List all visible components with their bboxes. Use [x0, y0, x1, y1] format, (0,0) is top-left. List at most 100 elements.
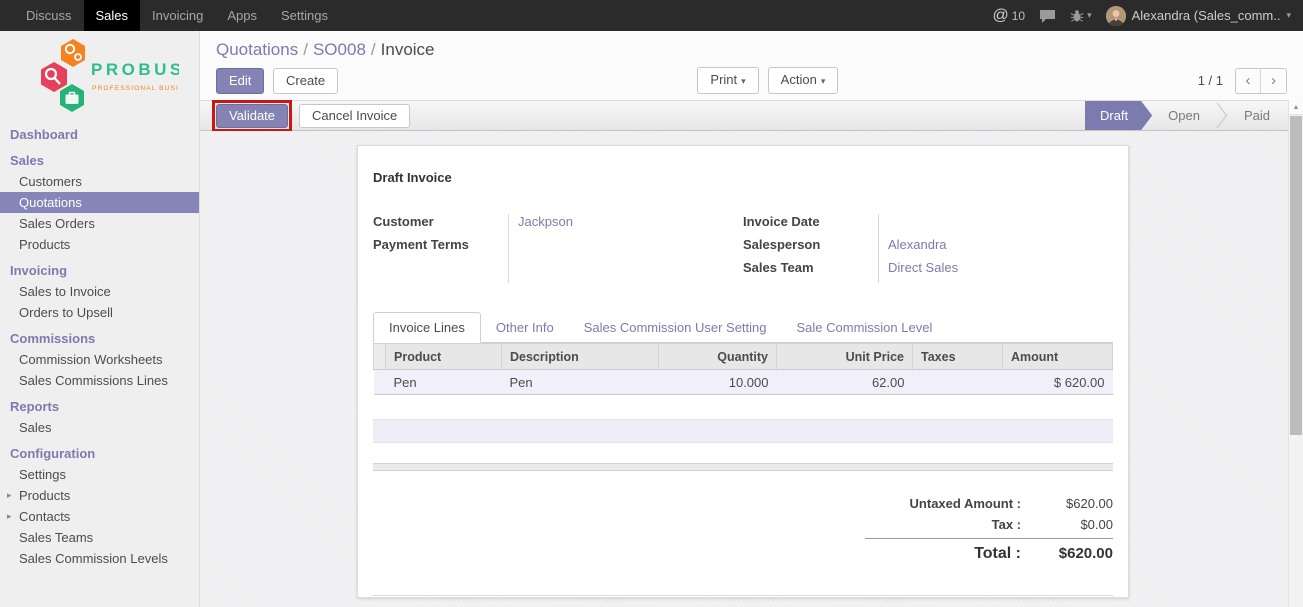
action-label: Action [781, 72, 817, 87]
total-label: Total : [865, 545, 1035, 563]
caret-down-icon: ▾ [821, 76, 826, 86]
salesperson-value[interactable]: Alexandra [888, 237, 1113, 253]
expand-arrow-icon[interactable]: ▸ [7, 509, 12, 524]
payment-terms-value[interactable] [518, 237, 743, 253]
action-dropdown-button[interactable]: Action ▾ [768, 67, 839, 94]
cell-product[interactable]: Pen [386, 370, 502, 395]
tab-invoice-lines[interactable]: Invoice Lines [373, 312, 481, 343]
col-unit-price[interactable]: Unit Price [777, 344, 913, 370]
top-menu-list: Discuss Sales Invoicing Apps Settings [14, 0, 340, 31]
cancel-invoice-button[interactable]: Cancel Invoice [299, 104, 410, 128]
section-divider [373, 463, 1113, 471]
col-product[interactable]: Product [386, 344, 502, 370]
sidebar-item-products[interactable]: Products [0, 234, 199, 255]
table-header-row: Product Description Quantity Unit Price … [374, 344, 1113, 370]
sidebar-menu: Dashboard Sales Customers Quotations Sal… [0, 124, 199, 569]
invoice-date-value[interactable] [888, 214, 1113, 230]
pager-count: 1 / 1 [1198, 73, 1223, 88]
control-panel: Quotations/SO008/Invoice Edit Create Pri… [200, 31, 1303, 100]
sidebar-item-sales-teams[interactable]: Sales Teams [0, 527, 199, 548]
sidebar-item-sales-to-invoice[interactable]: Sales to Invoice [0, 281, 199, 302]
scrollbar-thumb[interactable] [1290, 116, 1302, 435]
col-taxes[interactable]: Taxes [913, 344, 1003, 370]
salesperson-label: Salesperson [743, 237, 878, 253]
invoice-form-sheet: Draft Invoice Customer Payment Terms Jac… [357, 145, 1129, 598]
cell-amount[interactable]: $ 620.00 [1003, 370, 1113, 395]
messages-button[interactable] [1039, 9, 1056, 23]
notebook-tabs: Invoice Lines Other Info Sales Commissio… [373, 310, 1113, 343]
app-logo[interactable]: PROBUSE PROFESSIONAL BUSINESS [0, 31, 199, 119]
print-dropdown-button[interactable]: Print▾ [697, 67, 758, 94]
tax-label: Tax : [865, 517, 1035, 532]
status-step-paid[interactable]: Paid [1228, 101, 1286, 130]
sidebar-header-configuration[interactable]: Configuration [0, 443, 199, 464]
sidebar-item-config-contacts[interactable]: ▸Contacts [0, 506, 199, 527]
status-step-open[interactable]: Open [1152, 101, 1216, 130]
sidebar-item-sales-commissions-lines[interactable]: Sales Commissions Lines [0, 370, 199, 391]
probuse-logo-icon: PROBUSE PROFESSIONAL BUSINESS [21, 37, 179, 113]
col-amount[interactable]: Amount [1003, 344, 1113, 370]
empty-row-band [373, 419, 1113, 443]
user-menu[interactable]: Alexandra (Sales_comm.. ▾ [1106, 6, 1291, 26]
payment-terms-label: Payment Terms [373, 237, 508, 253]
sales-team-value[interactable]: Direct Sales [888, 260, 1113, 276]
mentions-indicator[interactable]: @ 10 [992, 7, 1025, 25]
cell-description[interactable]: Pen [502, 370, 659, 395]
pager-next-button[interactable]: › [1261, 69, 1286, 93]
record-buttons: Edit Create [216, 68, 338, 94]
tab-sales-commission-user-setting[interactable]: Sales Commission User Setting [569, 313, 782, 342]
cell-unit-price[interactable]: 62.00 [777, 370, 913, 395]
pager-previous-button[interactable]: ‹ [1236, 69, 1261, 93]
create-button[interactable]: Create [273, 68, 338, 94]
sidebar-item-settings[interactable]: Settings [0, 464, 199, 485]
validate-button[interactable]: Validate [216, 104, 288, 128]
top-menu-invoicing[interactable]: Invoicing [140, 0, 215, 31]
customer-value[interactable]: Jackpson [518, 214, 743, 230]
vertical-scrollbar[interactable]: ▲ [1288, 100, 1303, 607]
action-buttons: Print▾ Action ▾ [697, 67, 838, 94]
invoice-date-label: Invoice Date [743, 214, 878, 230]
sidebar: PROBUSE PROFESSIONAL BUSINESS Dashboard … [0, 31, 200, 607]
sidebar-item-config-products[interactable]: ▸Products [0, 485, 199, 506]
sidebar-item-orders-to-upsell[interactable]: Orders to Upsell [0, 302, 199, 323]
sidebar-header-commissions[interactable]: Commissions [0, 328, 199, 349]
debug-menu-button[interactable]: ▾ [1070, 9, 1092, 23]
cell-taxes[interactable] [913, 370, 1003, 395]
sidebar-item-customers[interactable]: Customers [0, 171, 199, 192]
sidebar-item-quotations[interactable]: Quotations [0, 192, 199, 213]
sheet-bottom-divider [373, 595, 1113, 596]
col-description[interactable]: Description [502, 344, 659, 370]
sidebar-header-invoicing[interactable]: Invoicing [0, 260, 199, 281]
top-menu-sales[interactable]: Sales [84, 0, 141, 31]
sidebar-item-reports-sales[interactable]: Sales [0, 417, 199, 438]
col-quantity[interactable]: Quantity [659, 344, 777, 370]
sidebar-item-sales-orders[interactable]: Sales Orders [0, 213, 199, 234]
breadcrumb-current: Invoice [381, 40, 435, 59]
breadcrumb-quotations[interactable]: Quotations [216, 40, 298, 59]
top-menu-settings[interactable]: Settings [269, 0, 340, 31]
scrollbar-up-button[interactable]: ▲ [1289, 100, 1303, 115]
table-row[interactable]: Pen Pen 10.000 62.00 $ 620.00 [374, 370, 1113, 395]
edit-button[interactable]: Edit [216, 68, 264, 94]
breadcrumb-so008[interactable]: SO008 [313, 40, 366, 59]
tab-other-info[interactable]: Other Info [481, 313, 569, 342]
chevron-left-icon: ‹ [1245, 72, 1250, 89]
top-menu-apps[interactable]: Apps [215, 0, 269, 31]
status-steps: Draft Open Paid [1085, 101, 1286, 130]
tab-sale-commission-level[interactable]: Sale Commission Level [782, 313, 948, 342]
untaxed-amount-value: $620.00 [1035, 496, 1113, 511]
invoice-state-title: Draft Invoice [373, 170, 1113, 185]
sidebar-item-commission-worksheets[interactable]: Commission Worksheets [0, 349, 199, 370]
expand-arrow-icon[interactable]: ▸ [7, 488, 12, 503]
bug-icon [1070, 9, 1084, 23]
status-step-draft[interactable]: Draft [1085, 101, 1152, 130]
top-menu-discuss[interactable]: Discuss [14, 0, 84, 31]
avatar [1106, 6, 1126, 26]
sidebar-item-sales-commission-levels[interactable]: Sales Commission Levels [0, 548, 199, 569]
sidebar-header-reports[interactable]: Reports [0, 396, 199, 417]
sidebar-item-dashboard[interactable]: Dashboard [0, 124, 199, 145]
cell-quantity[interactable]: 10.000 [659, 370, 777, 395]
sidebar-header-sales[interactable]: Sales [0, 150, 199, 171]
caret-down-icon: ▾ [741, 76, 746, 86]
untaxed-amount-label: Untaxed Amount : [865, 496, 1035, 511]
